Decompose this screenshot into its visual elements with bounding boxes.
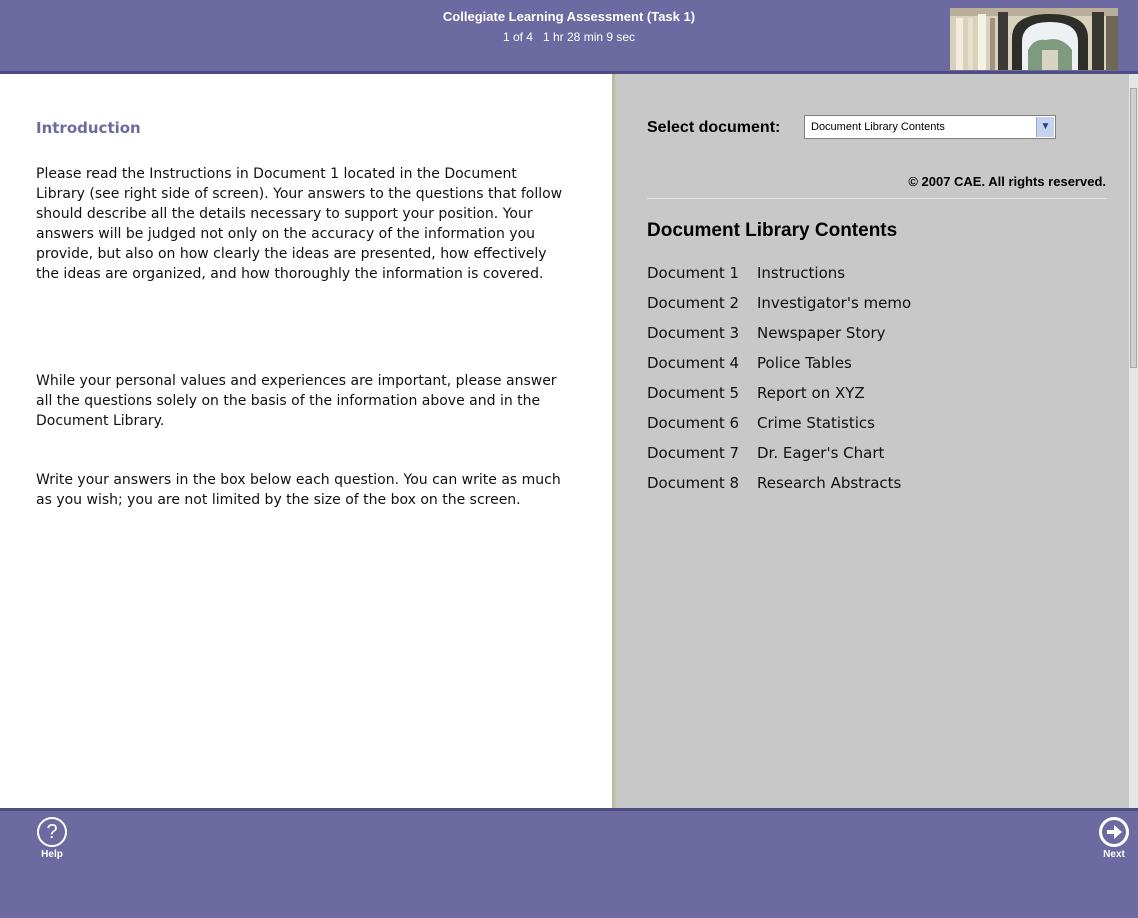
document-number: Document 5 (647, 384, 740, 402)
document-select[interactable]: Document Library Contents ▼ (804, 115, 1056, 139)
campus-arches-image (950, 8, 1118, 70)
divider (647, 198, 1107, 199)
intro-heading: Introduction (36, 119, 141, 137)
copyright-notice: © 2007 CAE. All rights reserved. (908, 174, 1106, 189)
footer-bar: ? Help Next (0, 808, 1138, 918)
document-number: Document 8 (647, 474, 740, 492)
header-bar: Collegiate Learning Assessment (Task 1) … (0, 0, 1138, 74)
document-link-6[interactable]: Document 6 Crime Statistics (647, 414, 911, 444)
document-number: Document 2 (647, 294, 740, 312)
intro-paragraph: Write your answers in the box below each… (36, 472, 561, 508)
document-link-5[interactable]: Document 5 Report on XYZ (647, 384, 911, 414)
help-label: Help (41, 849, 63, 860)
document-library-pane: Select document: Document Library Conten… (612, 74, 1138, 808)
timer: 1 hr 28 min 9 sec (543, 30, 636, 44)
intro-paragraph: While your personal values and experienc… (36, 373, 557, 429)
document-number: Document 6 (647, 414, 740, 432)
next-button[interactable]: Next (1094, 817, 1134, 860)
document-title: Police Tables (757, 354, 852, 372)
document-title: Newspaper Story (757, 324, 886, 342)
document-link-3[interactable]: Document 3 Newspaper Story (647, 324, 911, 354)
document-link-7[interactable]: Document 7 Dr. Eager's Chart (647, 444, 911, 474)
vertical-scrollbar[interactable] (1129, 74, 1138, 808)
document-link-1[interactable]: Document 1 Instructions (647, 264, 911, 294)
document-title: Research Abstracts (757, 474, 902, 492)
document-select-value: Document Library Contents (811, 121, 945, 133)
select-document-label: Select document: (647, 119, 781, 136)
scrollbar-thumb[interactable] (1130, 88, 1137, 368)
document-link-4[interactable]: Document 4 Police Tables (647, 354, 911, 384)
help-button[interactable]: ? Help (28, 817, 76, 860)
document-number: Document 1 (647, 264, 740, 282)
document-number: Document 3 (647, 324, 740, 342)
progress-indicator: 1 of 4 (502, 30, 533, 44)
document-title: Crime Statistics (757, 414, 875, 432)
document-title: Instructions (757, 264, 846, 282)
arrow-right-circle-icon (1099, 817, 1129, 847)
document-title: Report on XYZ (757, 384, 865, 402)
intro-paragraph: Please read the Instructions in Document… (36, 166, 563, 282)
instructions-pane: Introduction Please read the Instruction… (0, 74, 612, 808)
document-title: Investigator's memo (757, 294, 912, 312)
document-link-8[interactable]: Document 8 Research Abstracts (647, 474, 911, 504)
question-circle-icon: ? (37, 817, 67, 847)
next-label: Next (1103, 849, 1125, 860)
document-number: Document 7 (647, 444, 740, 462)
document-link-2[interactable]: Document 2 Investigator's memo (647, 294, 911, 324)
chevron-down-icon[interactable]: ▼ (1036, 117, 1054, 137)
library-heading: Document Library Contents (647, 220, 898, 241)
document-title: Dr. Eager's Chart (757, 444, 885, 462)
document-list: Document 1 Instructions Document 2 Investi… (647, 264, 911, 504)
document-number: Document 4 (647, 354, 740, 372)
